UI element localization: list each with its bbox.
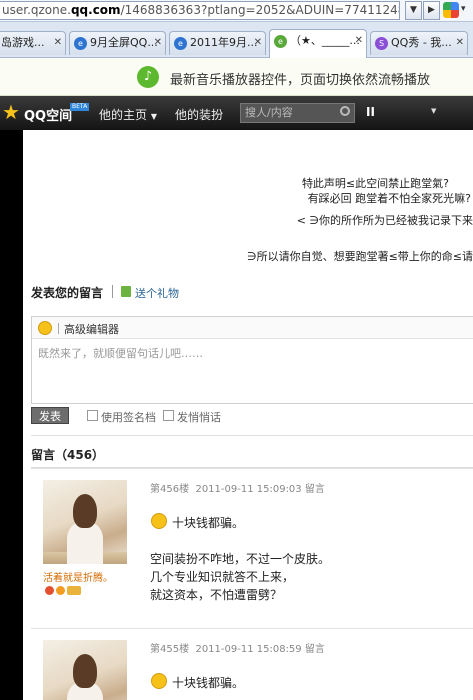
url-domain: qq.com (70, 3, 121, 17)
qzone-nav-bar: ★ QQ空间 BETA 他的主页 ▼ 他的装扮 搜人/内容 II ▼ (0, 96, 473, 130)
gift-icon[interactable] (121, 286, 131, 297)
announcement-line-4: ∋所以请你自觉、想要跑堂著≤带上你的命≤请 (246, 250, 473, 263)
username-link[interactable]: 活着就是折腾。 (43, 569, 113, 584)
main-content: 特此声明≤此空间禁止跑堂氣? 有踩必回 跑堂着不怕全家死光嘛? < ∋你的所作所… (23, 130, 473, 700)
message-datetime: 2011-09-11 15:08:59 留言 (195, 644, 325, 655)
message-line-1: 十块钱都骗。 (172, 516, 245, 530)
close-icon[interactable]: ✕ (456, 32, 464, 54)
avatar[interactable] (43, 640, 127, 700)
badge-icon (45, 586, 54, 595)
url-field[interactable]: user.qzone.qq.com/1468836363?ptlang=2052… (0, 1, 400, 20)
nav-outfit-link[interactable]: 他的装扮 (175, 106, 223, 123)
emoticon-icon (151, 673, 167, 689)
ie-icon: e (174, 37, 187, 50)
avatar-dress (67, 522, 103, 564)
use-signature-label: 使用签名档 (101, 411, 156, 424)
tab-5-label: QQ秀 - 我... (391, 36, 452, 49)
private-message-label: 发悄悄话 (177, 411, 221, 424)
divider (112, 285, 113, 298)
tab-1[interactable]: 岛游戏... ✕ (0, 31, 66, 55)
editor-toolbar: 高级编辑器 (32, 317, 473, 339)
message-item: 活着就是折腾。 第456楼 2011-09-11 15:09:03 留言 十块钱… (31, 468, 473, 628)
chevron-down-icon[interactable]: ▼ (431, 107, 436, 115)
page-icon: e (274, 35, 287, 48)
close-icon[interactable]: ✕ (154, 32, 162, 54)
submit-comment-button[interactable]: 发表 (31, 407, 69, 424)
music-pause-button[interactable]: II (366, 105, 375, 119)
announcement-line-2: 有踩必回 跑堂着不怕全家死光嘛? (307, 192, 471, 205)
tab-3[interactable]: e 2011年9月... ✕ (169, 31, 266, 55)
use-signature-checkbox[interactable] (87, 410, 98, 421)
qqshow-icon: S (375, 37, 388, 50)
left-dark-strip (0, 130, 23, 700)
avatar-hair (73, 494, 97, 528)
search-placeholder: 搜人/内容 (245, 106, 293, 119)
message-line-3: 几个专业知识就答不上来， (150, 570, 295, 584)
beta-badge: BETA (70, 103, 90, 111)
url-prefix: user.qzone. (2, 3, 71, 17)
tab-4-label: （★、_____... (290, 34, 360, 47)
close-icon[interactable]: ✕ (254, 32, 262, 54)
tab-strip: 岛游戏... ✕ e 9月全屏QQ... ✕ e 2011年9月... ✕ e … (0, 22, 473, 58)
user-badges (45, 586, 83, 598)
ie-icon: e (74, 37, 87, 50)
message-meta: 第455楼 2011-09-11 15:08:59 留言 (150, 640, 325, 655)
announcement-line-3: < ∋你的所作所为已经被我记录下来 (296, 214, 473, 227)
send-gift-link[interactable]: 送个礼物 (135, 285, 179, 301)
messages-title: 留言（456） (31, 448, 105, 462)
avatar-hair (73, 654, 97, 688)
close-icon[interactable]: ✕ (355, 30, 363, 52)
nav-home-link[interactable]: 他的主页 ▼ (99, 106, 157, 123)
tab-2[interactable]: e 9月全屏QQ... ✕ (69, 31, 166, 55)
advanced-editor-link[interactable]: 高级编辑器 (64, 321, 119, 337)
badge-icon (56, 586, 65, 595)
comment-editor[interactable]: 高级编辑器 既然来了，就顺便留句话儿吧…… (31, 316, 473, 404)
address-bar: user.qzone.qq.com/1468836363?ptlang=2052… (0, 0, 473, 22)
private-message-checkbox[interactable] (163, 410, 174, 421)
emoticon-icon[interactable] (38, 321, 52, 335)
tab-5[interactable]: S QQ秀 - 我... ✕ (370, 31, 468, 55)
message-line-4: 就这资本，不怕遭雷劈？ (150, 588, 283, 602)
search-input[interactable]: 搜人/内容 (240, 103, 355, 123)
music-notice-bar: ♪ 最新音乐播放器控件，页面切换依然流畅播放 (0, 58, 473, 96)
qzone-logo[interactable]: QQ空间 (24, 105, 72, 124)
message-line-2: 空间装扮不咋地，不过一个皮肤。 (150, 552, 331, 566)
comment-placeholder: 既然来了，就顺便留句话儿吧…… (38, 347, 203, 360)
music-note-icon: ♪ (137, 66, 159, 88)
chevron-down-icon: ▼ (150, 112, 157, 121)
badge-icon (67, 586, 81, 595)
floor-number: 第456楼 (150, 484, 190, 495)
message-line-1: 十块钱都骗。 (172, 676, 245, 690)
avatar[interactable] (43, 480, 127, 564)
search-dropdown-icon[interactable]: ▾ (461, 4, 466, 14)
floor-number: 第455楼 (150, 644, 190, 655)
close-icon[interactable]: ✕ (54, 32, 62, 54)
emoticon-icon (151, 513, 167, 529)
nav-home-label: 他的主页 (99, 108, 148, 122)
message-datetime: 2011-09-11 15:09:03 留言 (195, 484, 325, 495)
google-search-icon[interactable] (443, 2, 459, 18)
message-item: 第455楼 2011-09-11 15:08:59 留言 十块钱都骗。 (31, 628, 473, 700)
message-meta: 第456楼 2011-09-11 15:09:03 留言 (150, 480, 325, 495)
search-icon[interactable] (340, 106, 350, 116)
url-rest: /1468836363?ptlang=2052&ADUIN=774112483&… (120, 3, 399, 17)
divider (31, 435, 473, 436)
tab-3-label: 2011年9月... (190, 36, 258, 49)
address-dropdown-button[interactable]: ▼ (405, 1, 422, 20)
notice-text: 最新音乐播放器控件，页面切换依然流畅播放 (170, 73, 431, 88)
tab-1-label: 岛游戏... (1, 36, 45, 49)
tab-4-active[interactable]: e （★、_____... ✕ (269, 29, 367, 58)
tab-2-label: 9月全屏QQ... (90, 36, 158, 49)
announcement-line-1: 特此声明≤此空间禁止跑堂氣? (301, 177, 449, 190)
qzone-star-icon: ★ (2, 100, 20, 124)
go-button[interactable]: ▶ (423, 1, 440, 20)
divider (58, 323, 59, 334)
comment-form-title: 发表您的留言 (31, 286, 104, 300)
